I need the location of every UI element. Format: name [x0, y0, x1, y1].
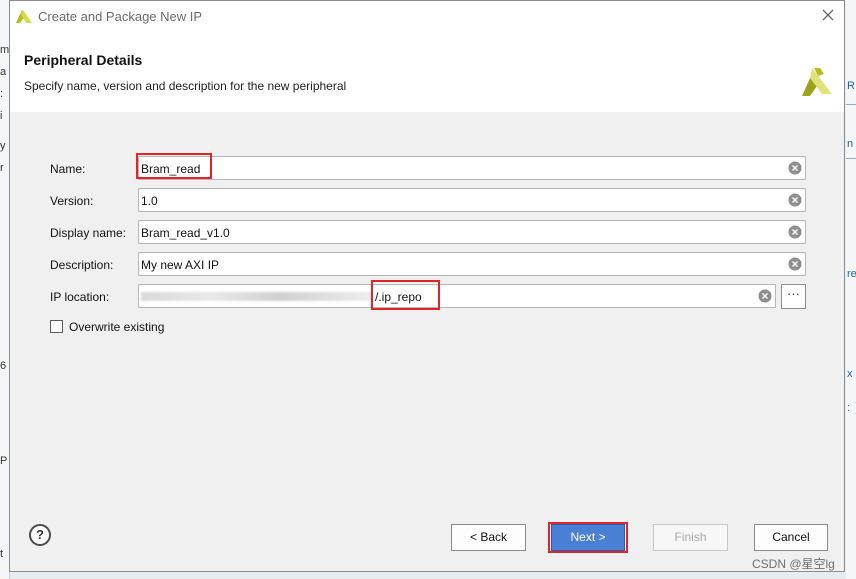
name-highlight-box [136, 153, 212, 179]
form-area: Name: Bram_read Version: 1.0 Display nam… [10, 112, 844, 512]
description-label: Description: [50, 258, 114, 272]
background-app-right: Rn re x: [846, 0, 856, 579]
redacted-path [141, 292, 373, 301]
window-title: Create and Package New IP [38, 9, 203, 24]
ip-location-highlight-box [371, 280, 440, 310]
browse-button[interactable]: ··· [781, 284, 806, 309]
vivado-logo-icon [16, 10, 32, 23]
wizard-footer: ? < Back Next > Finish Cancel [10, 512, 844, 571]
cancel-button[interactable]: Cancel [754, 524, 828, 551]
finish-button[interactable]: Finish [653, 524, 728, 551]
display-name-field[interactable]: Bram_read_v1.0 [138, 220, 806, 244]
page-subtitle: Specify name, version and description fo… [24, 79, 347, 93]
page-title: Peripheral Details [24, 52, 143, 68]
display-name-value: Bram_read_v1.0 [141, 226, 230, 240]
name-field[interactable]: Bram_read [138, 156, 806, 180]
create-package-ip-dialog: Create and Package New IP Peripheral Det… [9, 0, 845, 572]
name-label: Name: [50, 162, 86, 176]
finish-label: Finish [674, 530, 707, 544]
version-value: 1.0 [141, 194, 158, 208]
display-name-label: Display name: [50, 226, 127, 240]
clear-icon[interactable] [788, 193, 802, 207]
ip-location-field[interactable]: /.ip_repo [138, 284, 776, 308]
clear-icon[interactable] [788, 161, 802, 175]
ip-location-label: IP location: [50, 290, 110, 304]
close-icon[interactable] [819, 6, 837, 24]
help-button[interactable]: ? [29, 524, 51, 546]
clear-icon[interactable] [788, 257, 802, 271]
next-button[interactable]: Next > [551, 524, 625, 551]
clear-icon[interactable] [758, 289, 772, 303]
next-label: Next > [570, 530, 606, 544]
description-value: My new AXI IP [141, 258, 220, 272]
clear-icon[interactable] [788, 225, 802, 239]
wizard-header: Peripheral Details Specify name, version… [10, 32, 844, 112]
description-field[interactable]: My new AXI IP [138, 252, 806, 276]
title-bar: Create and Package New IP [10, 1, 844, 33]
overwrite-checkbox[interactable] [50, 320, 63, 333]
vivado-logo-icon [802, 68, 832, 96]
version-label: Version: [50, 194, 94, 208]
overwrite-label: Overwrite existing [69, 320, 165, 334]
back-button[interactable]: < Back [451, 524, 526, 551]
cancel-label: Cancel [772, 530, 810, 544]
version-field[interactable]: 1.0 [138, 188, 806, 212]
watermark: CSDN @星空lg [752, 557, 835, 571]
back-label: < Back [469, 530, 508, 544]
